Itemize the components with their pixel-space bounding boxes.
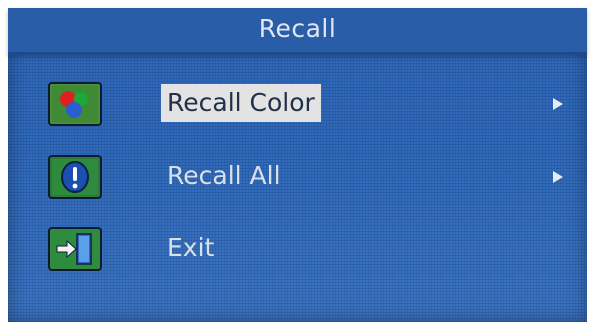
menu-item-exit[interactable]: Exit xyxy=(8,223,587,275)
exit-door-icon xyxy=(48,227,102,271)
submenu-arrow-icon xyxy=(553,171,563,183)
menu-item-label: Recall Color xyxy=(161,84,321,122)
osd-menu-screen: Recall Recall Color Recall All Exit xyxy=(8,8,587,322)
menu-title: Recall xyxy=(258,14,337,43)
menu-item-recall-color[interactable]: Recall Color xyxy=(8,78,587,130)
menu-item-label: Exit xyxy=(167,233,215,262)
title-bar: Recall xyxy=(8,8,587,55)
rgb-color-icon xyxy=(48,82,102,126)
menu-item-label: Recall All xyxy=(167,161,281,190)
menu-item-recall-all[interactable]: Recall All xyxy=(8,151,587,203)
exclamation-icon xyxy=(48,155,102,199)
submenu-arrow-icon xyxy=(553,98,563,110)
